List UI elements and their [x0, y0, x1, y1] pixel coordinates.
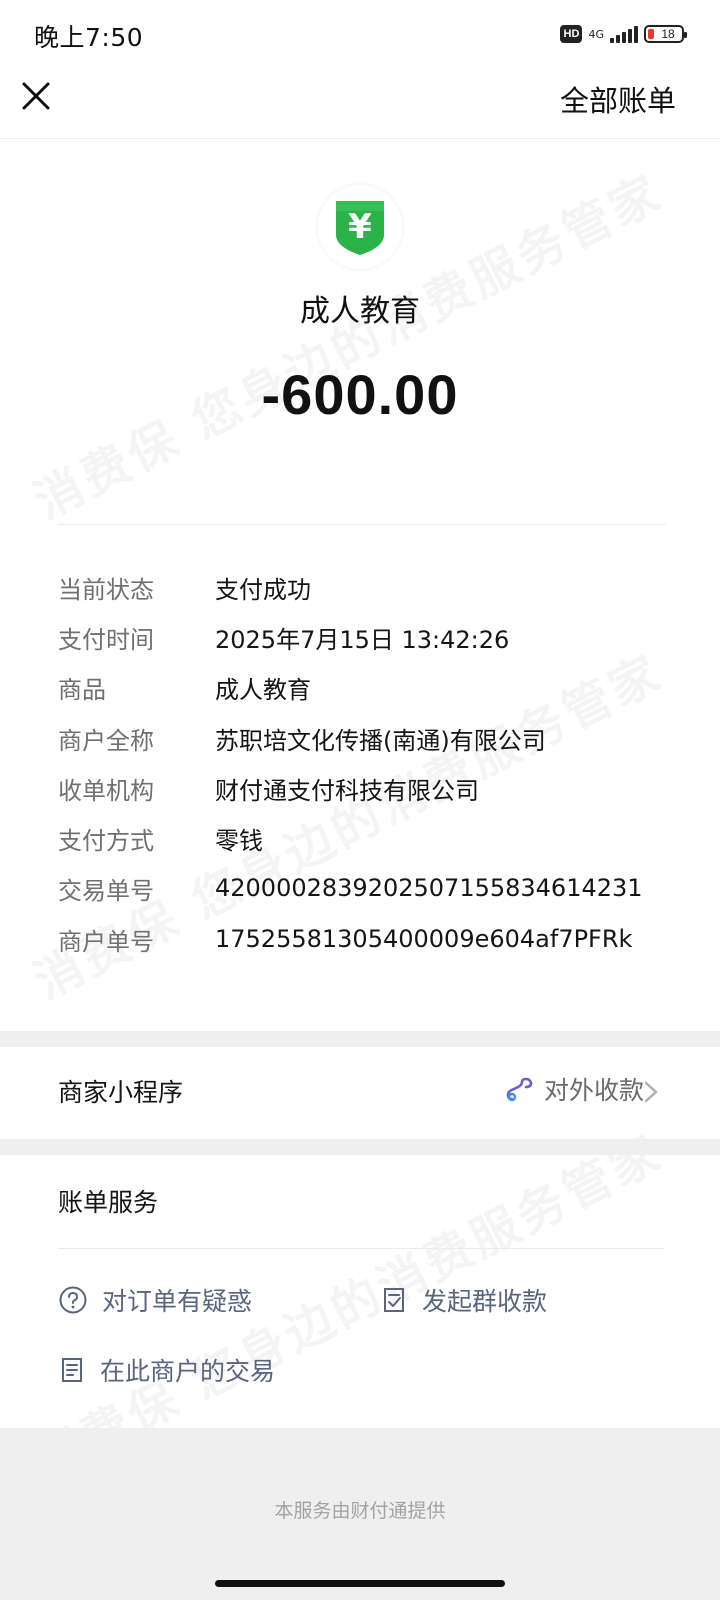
checklist-icon	[384, 1288, 404, 1312]
detail-label: 交易单号	[58, 876, 154, 905]
group-collection-button[interactable]: 发起群收款	[380, 1282, 547, 1318]
detail-value[interactable]: 4200002839202507155834614231	[215, 874, 643, 902]
merchant-transactions-label: 在此商户的交易	[100, 1357, 276, 1386]
detail-row-merchant-order-id: 商户单号 17525581305400009e604af7PFRk	[58, 919, 698, 959]
footer-text: 本服务由财付通提供	[274, 1500, 446, 1522]
status-time: 晚上7:50	[34, 23, 144, 52]
status-icons: HD 4G 18	[560, 20, 687, 48]
mini-program-title: 商家小程序	[58, 1078, 184, 1107]
network-type: 4G	[588, 27, 604, 41]
order-question-label: 对订单有疑惑	[102, 1287, 253, 1316]
transaction-amount: -600.00	[261, 363, 459, 426]
home-indicator[interactable]	[215, 1580, 505, 1587]
divider	[58, 524, 666, 525]
order-question-button[interactable]: 对订单有疑惑	[58, 1282, 252, 1318]
detail-label: 商户单号	[58, 927, 154, 956]
document-icon	[62, 1358, 82, 1382]
chevron-right-icon	[644, 1081, 658, 1103]
mini-program-link[interactable]: 对外收款	[506, 1071, 644, 1107]
merchant-name: 成人教育	[300, 294, 420, 329]
detail-label: 支付方式	[58, 826, 154, 855]
merchant-transactions-button[interactable]: 在此商户的交易	[58, 1352, 275, 1388]
detail-label: 当前状态	[58, 575, 154, 604]
battery-level: 18	[661, 27, 675, 41]
question-icon	[59, 1286, 87, 1314]
all-bills-link[interactable]: 全部账单	[560, 78, 676, 120]
detail-value[interactable]: 17525581305400009e604af7PFRk	[215, 925, 632, 953]
detail-value: 2025年7月15日 13:42:26	[215, 625, 510, 654]
divider	[58, 1248, 664, 1249]
group-collection-label: 发起群收款	[422, 1287, 548, 1316]
network-indicator: 4G	[588, 29, 604, 40]
section-separator	[0, 1139, 720, 1155]
detail-value: 零钱	[215, 826, 263, 855]
detail-row-merchant-full-name: 商户全称 苏职培文化传播(南通)有限公司	[58, 718, 698, 758]
detail-row-transaction-id: 交易单号 4200002839202507155834614231	[58, 868, 698, 908]
hd-icon: HD	[560, 25, 583, 43]
detail-row-product: 商品 成人教育	[58, 667, 698, 707]
close-icon[interactable]	[18, 78, 54, 114]
wallet-yuan-icon: ¥	[336, 201, 384, 255]
detail-value: 成人教育	[215, 675, 311, 704]
section-separator	[0, 1031, 720, 1047]
header-divider	[0, 138, 720, 139]
svg-text:¥: ¥	[348, 207, 372, 247]
detail-row-pay-method: 支付方式 零钱	[58, 818, 698, 858]
detail-row-pay-time: 支付时间 2025年7月15日 13:42:26	[58, 617, 698, 657]
detail-label: 收单机构	[58, 776, 154, 805]
bill-service-title: 账单服务	[58, 1188, 159, 1217]
detail-value: 苏职培文化传播(南通)有限公司	[215, 726, 546, 755]
detail-row-acquirer: 收单机构 财付通支付科技有限公司	[58, 768, 698, 808]
detail-row-status: 当前状态 支付成功	[58, 567, 698, 607]
merchant-logo: ¥	[318, 185, 402, 269]
signal-icon	[610, 25, 638, 43]
battery-icon: 18	[644, 25, 687, 43]
detail-label: 商户全称	[58, 726, 154, 755]
link-icon	[506, 1077, 533, 1102]
detail-value: 支付成功	[215, 575, 311, 604]
detail-value: 财付通支付科技有限公司	[215, 776, 479, 805]
detail-label: 商品	[58, 675, 106, 704]
mini-program-link-label: 对外收款	[543, 1076, 644, 1105]
detail-label: 支付时间	[58, 625, 154, 654]
